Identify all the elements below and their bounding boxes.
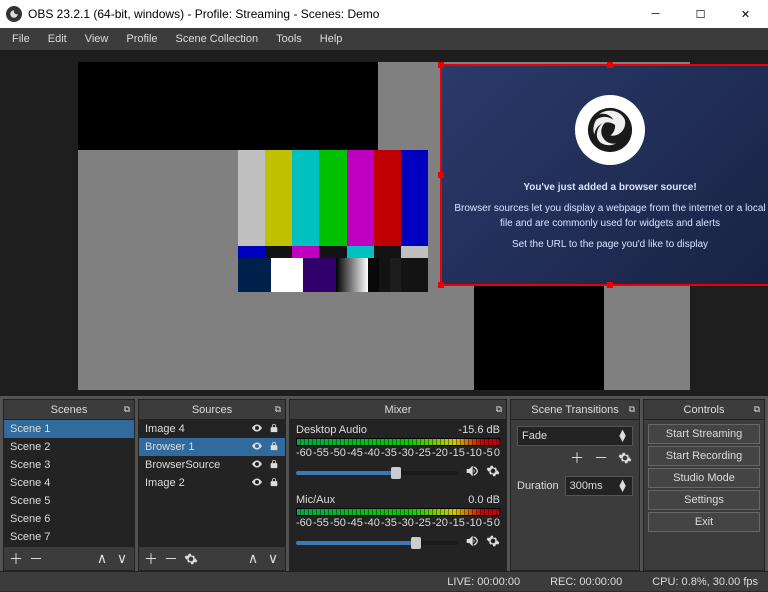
speaker-icon[interactable] [464, 533, 480, 552]
scene-item[interactable]: Scene 7 [4, 528, 134, 546]
settings-button[interactable]: Settings [648, 490, 760, 510]
status-rec: REC: 00:00:00 [550, 576, 622, 588]
volume-slider[interactable] [296, 541, 458, 545]
menu-help[interactable]: Help [312, 31, 351, 47]
scenes-list[interactable]: Scene 1Scene 2Scene 3Scene 4Scene 5Scene… [4, 420, 134, 546]
duration-label: Duration [517, 480, 559, 492]
add-transition-button[interactable]: ＋ [569, 450, 585, 466]
lock-toggle-icon[interactable] [269, 441, 279, 454]
menubar: FileEditViewProfileScene CollectionTools… [0, 28, 768, 50]
visibility-toggle-icon[interactable] [251, 458, 263, 473]
channel-db: 0.0 dB [468, 494, 500, 506]
source-down-button[interactable]: ∨ [265, 551, 281, 567]
titlebar: OBS 23.2.1 (64-bit, windows) - Profile: … [0, 0, 768, 28]
visibility-toggle-icon[interactable] [251, 476, 263, 491]
lock-toggle-icon[interactable] [269, 423, 279, 436]
status-cpu: CPU: 0.8%, 30.00 fps [652, 576, 758, 588]
add-scene-button[interactable]: ＋ [8, 551, 24, 567]
lock-toggle-icon[interactable] [269, 459, 279, 472]
start-streaming-button[interactable]: Start Streaming [648, 424, 760, 444]
mixer-channel: Mic/Aux0.0 dB-60-55-50-45-40-35-30-25-20… [296, 494, 500, 552]
transition-select[interactable]: Fade ▲▼ [517, 426, 633, 446]
popout-icon[interactable]: ⧉ [496, 404, 502, 415]
speaker-icon[interactable] [464, 463, 480, 482]
lock-toggle-icon[interactable] [269, 477, 279, 490]
channel-db: -15.6 dB [458, 424, 500, 436]
scene-item[interactable]: Scene 5 [4, 492, 134, 510]
source-up-button[interactable]: ∧ [245, 551, 261, 567]
browser-msg-2: Browser sources let you display a webpag… [454, 201, 766, 231]
remove-transition-button[interactable]: － [593, 450, 609, 466]
studio-mode-button[interactable]: Studio Mode [648, 468, 760, 488]
transitions-title: Scene Transitions [531, 404, 618, 416]
channel-settings-icon[interactable] [486, 534, 500, 551]
duration-input[interactable]: 300ms ▲▼ [565, 476, 633, 496]
controls-title: Controls [684, 404, 725, 416]
app-icon [6, 6, 22, 22]
scene-item[interactable]: Scene 4 [4, 474, 134, 492]
mixer-title: Mixer [385, 404, 412, 416]
scene-item[interactable]: Scene 1 [4, 420, 134, 438]
browser-source-selected[interactable]: You've just added a browser source! Brow… [440, 64, 768, 286]
docks-row: Scenes⧉ Scene 1Scene 2Scene 3Scene 4Scen… [0, 396, 768, 571]
minimize-button[interactable]: ─ [633, 0, 678, 28]
obs-logo-icon [575, 95, 645, 165]
popout-icon[interactable]: ⧉ [754, 404, 760, 415]
sources-panel: Sources ⧉ Image 4Browser 1BrowserSourceIm… [138, 399, 286, 571]
menu-view[interactable]: View [77, 31, 117, 47]
exit-button[interactable]: Exit [648, 512, 760, 532]
popout-icon[interactable]: ⧉ [275, 404, 281, 415]
source-item[interactable]: BrowserSource [139, 456, 285, 474]
visibility-toggle-icon[interactable] [251, 422, 263, 437]
channel-settings-icon[interactable] [486, 464, 500, 481]
color-bars-source[interactable] [238, 150, 428, 292]
transition-settings-button[interactable] [617, 450, 633, 466]
window-title: OBS 23.2.1 (64-bit, windows) - Profile: … [28, 7, 633, 21]
menu-scene-collection[interactable]: Scene Collection [168, 31, 267, 47]
remove-scene-button[interactable]: － [28, 551, 44, 567]
scenes-panel: Scenes⧉ Scene 1Scene 2Scene 3Scene 4Scen… [3, 399, 135, 571]
scenes-title: Scenes [51, 404, 88, 416]
preview-area[interactable]: You've just added a browser source! Brow… [0, 50, 768, 396]
remove-source-button[interactable]: － [163, 551, 179, 567]
scene-up-button[interactable]: ∧ [94, 551, 110, 567]
preview-canvas[interactable]: You've just added a browser source! Brow… [78, 62, 690, 390]
start-recording-button[interactable]: Start Recording [648, 446, 760, 466]
scene-item[interactable]: Scene 3 [4, 456, 134, 474]
volume-slider[interactable] [296, 471, 458, 475]
controls-panel: Controls ⧉ Start StreamingStart Recording… [643, 399, 765, 571]
mixer-panel: Mixer⧉ Desktop Audio-15.6 dB-60-55-50-45… [289, 399, 507, 571]
source-item[interactable]: Image 2 [139, 474, 285, 492]
channel-name: Mic/Aux [296, 494, 335, 506]
visibility-toggle-icon[interactable] [251, 440, 263, 455]
channel-name: Desktop Audio [296, 424, 367, 436]
scene-down-button[interactable]: ∨ [114, 551, 130, 567]
audio-meter [296, 508, 500, 516]
browser-msg-1: You've just added a browser source! [523, 180, 696, 195]
scene-item[interactable]: Scene 6 [4, 510, 134, 528]
menu-file[interactable]: File [4, 31, 38, 47]
sources-title: Sources [192, 404, 232, 416]
sources-list[interactable]: Image 4Browser 1BrowserSourceImage 2 [139, 420, 285, 546]
menu-tools[interactable]: Tools [268, 31, 310, 47]
mixer-channel: Desktop Audio-15.6 dB-60-55-50-45-40-35-… [296, 424, 500, 482]
browser-msg-3: Set the URL to the page you'd like to di… [512, 237, 708, 252]
menu-edit[interactable]: Edit [40, 31, 75, 47]
status-live: LIVE: 00:00:00 [447, 576, 520, 588]
source-item[interactable]: Browser 1 [139, 438, 285, 456]
status-bar: LIVE: 00:00:00 REC: 00:00:00 CPU: 0.8%, … [0, 571, 768, 591]
close-button[interactable]: ✕ [723, 0, 768, 28]
popout-icon[interactable]: ⧉ [629, 404, 635, 415]
add-source-button[interactable]: ＋ [143, 551, 159, 567]
transitions-panel: Scene Transitions⧉ Fade ▲▼ ＋ － Duration … [510, 399, 640, 571]
mixer-body: Desktop Audio-15.6 dB-60-55-50-45-40-35-… [290, 420, 506, 570]
scene-item[interactable]: Scene 2 [4, 438, 134, 456]
popout-icon[interactable]: ⧉ [124, 404, 130, 415]
maximize-button[interactable]: ☐ [678, 0, 723, 28]
source-settings-button[interactable] [183, 551, 199, 567]
source-item[interactable]: Image 4 [139, 420, 285, 438]
menu-profile[interactable]: Profile [118, 31, 165, 47]
audio-meter [296, 438, 500, 446]
